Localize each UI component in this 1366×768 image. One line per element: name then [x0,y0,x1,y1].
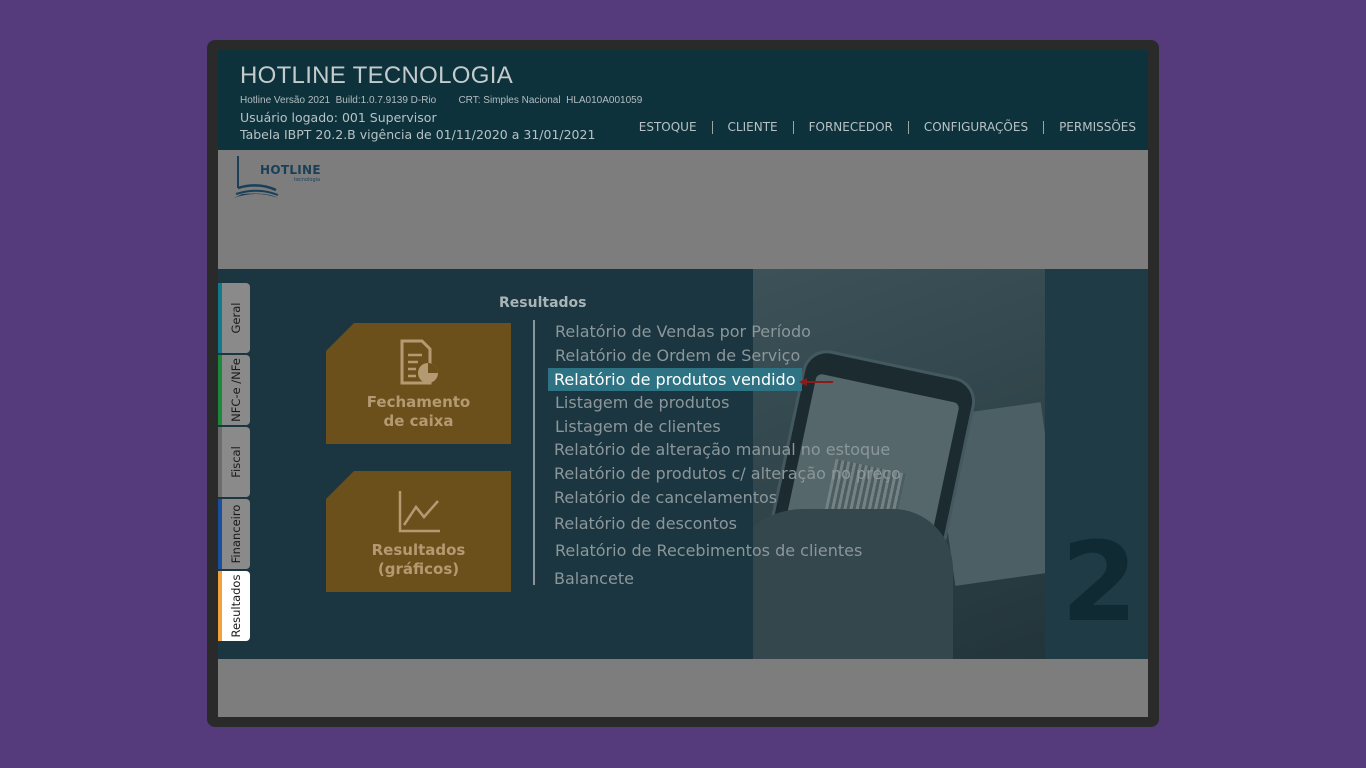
app-window: HOTLINE TECNOLOGIA Hotline Versão 2021 B… [218,50,1148,717]
logged-user: Usuário logado: 001 Supervisor [240,110,437,125]
logo-text: HOTLINE [260,163,321,177]
nav-estoque[interactable]: ESTOQUE [624,120,712,134]
card-label-line1: Fechamento [366,393,471,411]
tab-financeiro[interactable]: Financeiro [218,499,250,569]
nav-cliente[interactable]: CLIENTE [713,120,793,134]
app-title: HOTLINE TECNOLOGIA [240,62,514,89]
tab-label: Geral [229,302,243,334]
card-label-line2: de caixa [383,412,454,430]
report-balancete[interactable]: Balancete [554,569,634,588]
report-listagem-clientes[interactable]: Listagem de clientes [555,417,721,436]
top-navigation: ESTOQUE CLIENTE FORNECEDOR CONFIGURAÇÕES… [624,120,1136,134]
tab-label: Resultados [229,574,243,638]
ibpt-table-info: Tabela IBPT 20.2.B vigência de 01/11/202… [240,127,596,142]
decorative-digit: 2 [1061,518,1138,646]
report-vendas-periodo[interactable]: Relatório de Vendas por Período [555,322,811,341]
main-panel: 2 Geral NFC-e /NFe Fiscal Financeiro Res… [218,269,1148,659]
nav-permissoes[interactable]: PERMISSÕES [1044,120,1136,134]
report-recebimentos-clientes[interactable]: Relatório de Recebimentos de clientes [555,541,862,560]
tab-nfce-nfe[interactable]: NFC-e /NFe [218,355,250,425]
card-label-line1: Resultados [371,541,466,559]
resultados-graficos-card[interactable]: Resultados (gráficos) [326,471,511,592]
report-alteracao-preco[interactable]: Relatório de produtos c/ alteração no pr… [554,464,901,483]
report-document-icon [400,339,438,385]
tab-resultados[interactable]: Resultados [218,571,250,641]
pointer-arrow-icon [799,378,833,386]
photo-hand [753,509,953,659]
report-alteracao-estoque[interactable]: Relatório de alteração manual no estoque [554,440,890,459]
section-title: Resultados [499,295,587,311]
report-produtos-vendido[interactable]: Relatório de produtos vendido [548,368,802,391]
footer-band [218,659,1148,717]
nav-fornecedor[interactable]: FORNECEDOR [794,120,908,134]
report-ordem-servico[interactable]: Relatório de Ordem de Serviço [555,346,800,365]
tab-geral[interactable]: Geral [218,283,250,353]
menu-divider [533,320,535,585]
logo-subtext: tecnologia [294,177,321,183]
report-listagem-produtos[interactable]: Listagem de produtos [555,393,729,412]
hotline-logo: HOTLINE tecnologia [232,154,322,200]
tab-fiscal[interactable]: Fiscal [218,427,250,497]
nav-configuracoes[interactable]: CONFIGURAÇÕES [909,120,1043,134]
tab-label: Financeiro [229,504,243,564]
fechamento-caixa-card[interactable]: Fechamento de caixa [326,323,511,444]
card-label-line2: (gráficos) [377,560,460,578]
report-descontos[interactable]: Relatório de descontos [554,514,737,533]
tab-label: Fiscal [229,446,243,478]
logo-band: HOTLINE tecnologia [218,150,1148,269]
line-chart-icon [398,491,440,533]
report-cancelamentos[interactable]: Relatório de cancelamentos [554,488,777,507]
app-header: HOTLINE TECNOLOGIA Hotline Versão 2021 B… [218,50,1148,150]
tab-label: NFC-e /NFe [229,358,243,422]
version-info: Hotline Versão 2021 Build:1.0.7.9139 D-R… [240,95,643,106]
